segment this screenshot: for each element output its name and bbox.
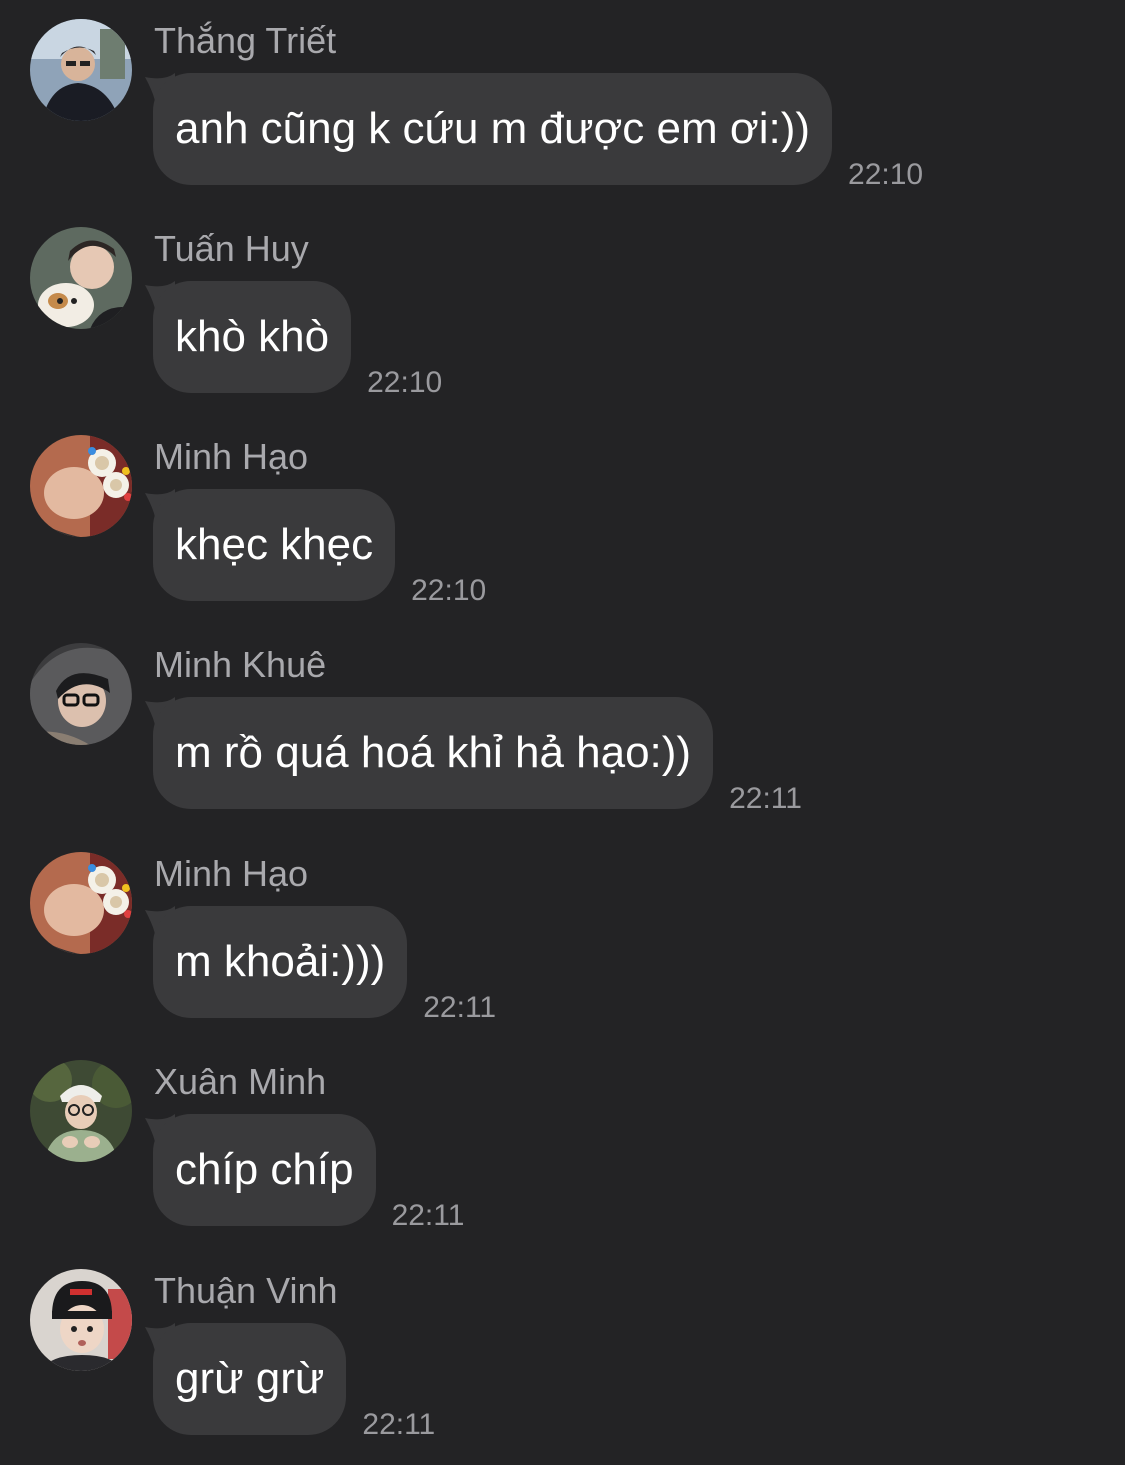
avatar[interactable] (30, 227, 132, 329)
message-item: Minh Hạo m khoải:))) 22:11 (0, 833, 1125, 1041)
avatar[interactable] (30, 1269, 132, 1371)
message-item: Thuận Vinh grừ grừ 22:11 (0, 1250, 1125, 1458)
message-bubble[interactable]: khò khò (153, 281, 352, 393)
chat-message-list[interactable]: Thắng Triết anh cũng k cứu m được em ơi:… (0, 0, 1125, 1465)
avatar[interactable] (30, 19, 132, 121)
message-text: khò khò (175, 312, 330, 361)
sender-name: Minh Hạo (154, 853, 309, 894)
sender-name: Xuân Minh (154, 1061, 327, 1102)
message-timestamp: 22:11 (729, 782, 802, 815)
message-timestamp: 22:11 (362, 1408, 436, 1441)
sender-name: Minh Hạo (154, 436, 309, 477)
sender-name: Minh Khuê (154, 644, 327, 685)
message-timestamp: 22:11 (423, 991, 497, 1024)
message-bubble[interactable]: chíp chíp (153, 1114, 376, 1226)
sender-name: Tuấn Huy (154, 228, 309, 269)
message-bubble[interactable]: khẹc khẹc (153, 489, 396, 601)
avatar[interactable] (30, 852, 132, 954)
message-item: Thắng Triết anh cũng k cứu m được em ơi:… (0, 0, 1125, 208)
avatar[interactable] (30, 643, 132, 745)
message-text: khẹc khẹc (175, 520, 374, 569)
avatar[interactable] (30, 1060, 132, 1162)
message-item: Minh Hạo khẹc khẹc 22:10 (0, 416, 1125, 624)
message-timestamp: 22:10 (848, 158, 924, 191)
message-item: Minh Khuê m rồ quá hoá khỉ hả hạo:)) 22:… (0, 624, 1125, 832)
avatar[interactable] (30, 435, 132, 537)
message-text: anh cũng k cứu m được em ơi:)) (175, 104, 811, 153)
message-bubble[interactable]: anh cũng k cứu m được em ơi:)) (153, 73, 833, 185)
message-item: Xuân Minh chíp chíp 22:11 (0, 1041, 1125, 1249)
message-timestamp: 22:10 (367, 366, 443, 399)
message-text: m rồ quá hoá khỉ hả hạo:)) (175, 728, 692, 777)
message-text: m khoải:))) (175, 937, 386, 986)
sender-name: Thuận Vinh (154, 1270, 338, 1311)
sender-name: Thắng Triết (154, 20, 337, 61)
message-text: grừ grừ (175, 1354, 325, 1403)
message-timestamp: 22:11 (391, 1199, 465, 1232)
message-timestamp: 22:10 (411, 574, 487, 607)
message-item: Tuấn Huy khò khò 22:10 (0, 208, 1125, 416)
message-text: chíp chíp (175, 1145, 354, 1194)
message-bubble[interactable]: grừ grừ (153, 1323, 347, 1435)
message-bubble[interactable]: m rồ quá hoá khỉ hả hạo:)) (153, 697, 714, 809)
message-bubble[interactable]: m khoải:))) (153, 906, 408, 1018)
